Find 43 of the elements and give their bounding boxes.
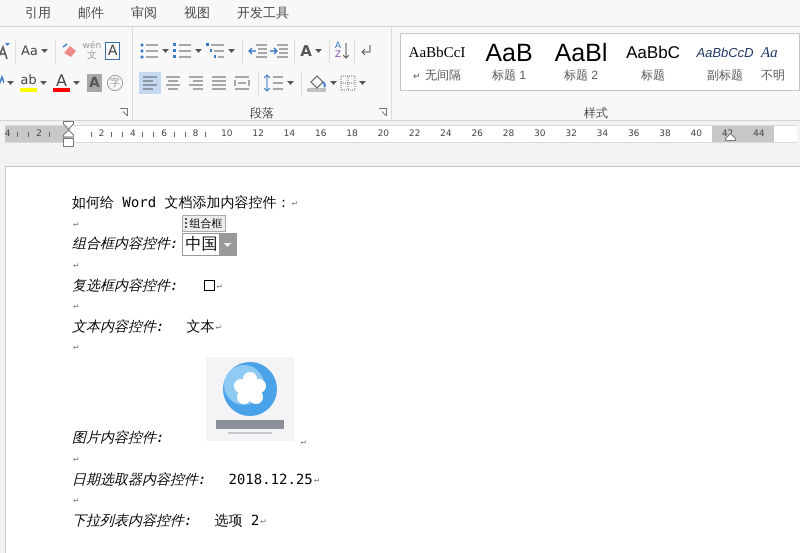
- paragraph-mark: ↵: [73, 495, 78, 506]
- highlight-button[interactable]: ab: [20, 72, 37, 94]
- paragraph-mark: ↵: [300, 436, 306, 447]
- change-case-button[interactable]: Aa: [21, 40, 38, 62]
- group-label: 段落: [250, 106, 274, 120]
- style-item[interactable]: AaBl 标题 2: [545, 34, 617, 90]
- style-item[interactable]: AaBbCcI ↵ 无间隔: [401, 34, 473, 90]
- paragraph-mark: ↵: [73, 260, 78, 270]
- paragraph-mark: ↵: [292, 198, 297, 208]
- paragraph-text: 如何给 Word 文档添加内容控件：: [72, 194, 291, 212]
- paragraph-mark: ↵: [260, 516, 266, 526]
- sort-button[interactable]: A Z: [334, 40, 349, 62]
- paragraph-mark: ↵: [73, 454, 78, 464]
- paragraph-text: 文本内容控件:: [72, 318, 164, 336]
- paragraph-mark: ↵: [73, 301, 78, 312]
- ribbon-tab[interactable]: 审阅: [126, 0, 179, 26]
- paragraph-text: 日期选取器内容控件:: [72, 470, 206, 489]
- character-border-button[interactable]: A: [104, 42, 120, 60]
- paragraph-text: 组合框内容控件:: [72, 235, 178, 254]
- control-value[interactable]: 选项 2: [214, 512, 260, 530]
- ribbon-tab[interactable]: 视图: [179, 0, 232, 26]
- ribbon-tab[interactable]: 开发工具: [232, 0, 304, 26]
- control-tag[interactable]: 组合框: [182, 214, 226, 232]
- ribbon-tab[interactable]: 引用: [20, 0, 73, 26]
- asian-layout-button[interactable]: A: [300, 40, 312, 62]
- paragraph-text: 下拉列表内容控件:: [72, 512, 192, 530]
- paragraph-text: 图片内容控件:: [72, 428, 164, 447]
- style-item[interactable]: AaBbCcD 副标题: [689, 34, 761, 90]
- style-item[interactable]: Aa 不明: [761, 34, 799, 90]
- paragraph-mark: ↵: [216, 280, 222, 291]
- paragraph-mark: ↵: [314, 474, 320, 485]
- paragraph-text: 复选框内容控件:: [72, 276, 178, 295]
- font-color-button[interactable]: A: [53, 72, 70, 94]
- style-item[interactable]: AaB 标题 1: [473, 34, 545, 90]
- style-item[interactable]: AaBbC 标题: [617, 34, 689, 90]
- control-value[interactable]: 文本: [186, 318, 214, 336]
- paragraph-mark: ↵: [215, 322, 221, 332]
- ribbon-tab[interactable]: 邮件: [73, 0, 126, 26]
- paragraph-mark: ↵: [73, 218, 78, 229]
- paragraph-mark: ↵: [73, 342, 78, 352]
- group-label: 样式: [584, 106, 608, 120]
- combo-box-control[interactable]: 中国: [182, 232, 238, 256]
- control-value[interactable]: 2018.12.25: [228, 472, 313, 488]
